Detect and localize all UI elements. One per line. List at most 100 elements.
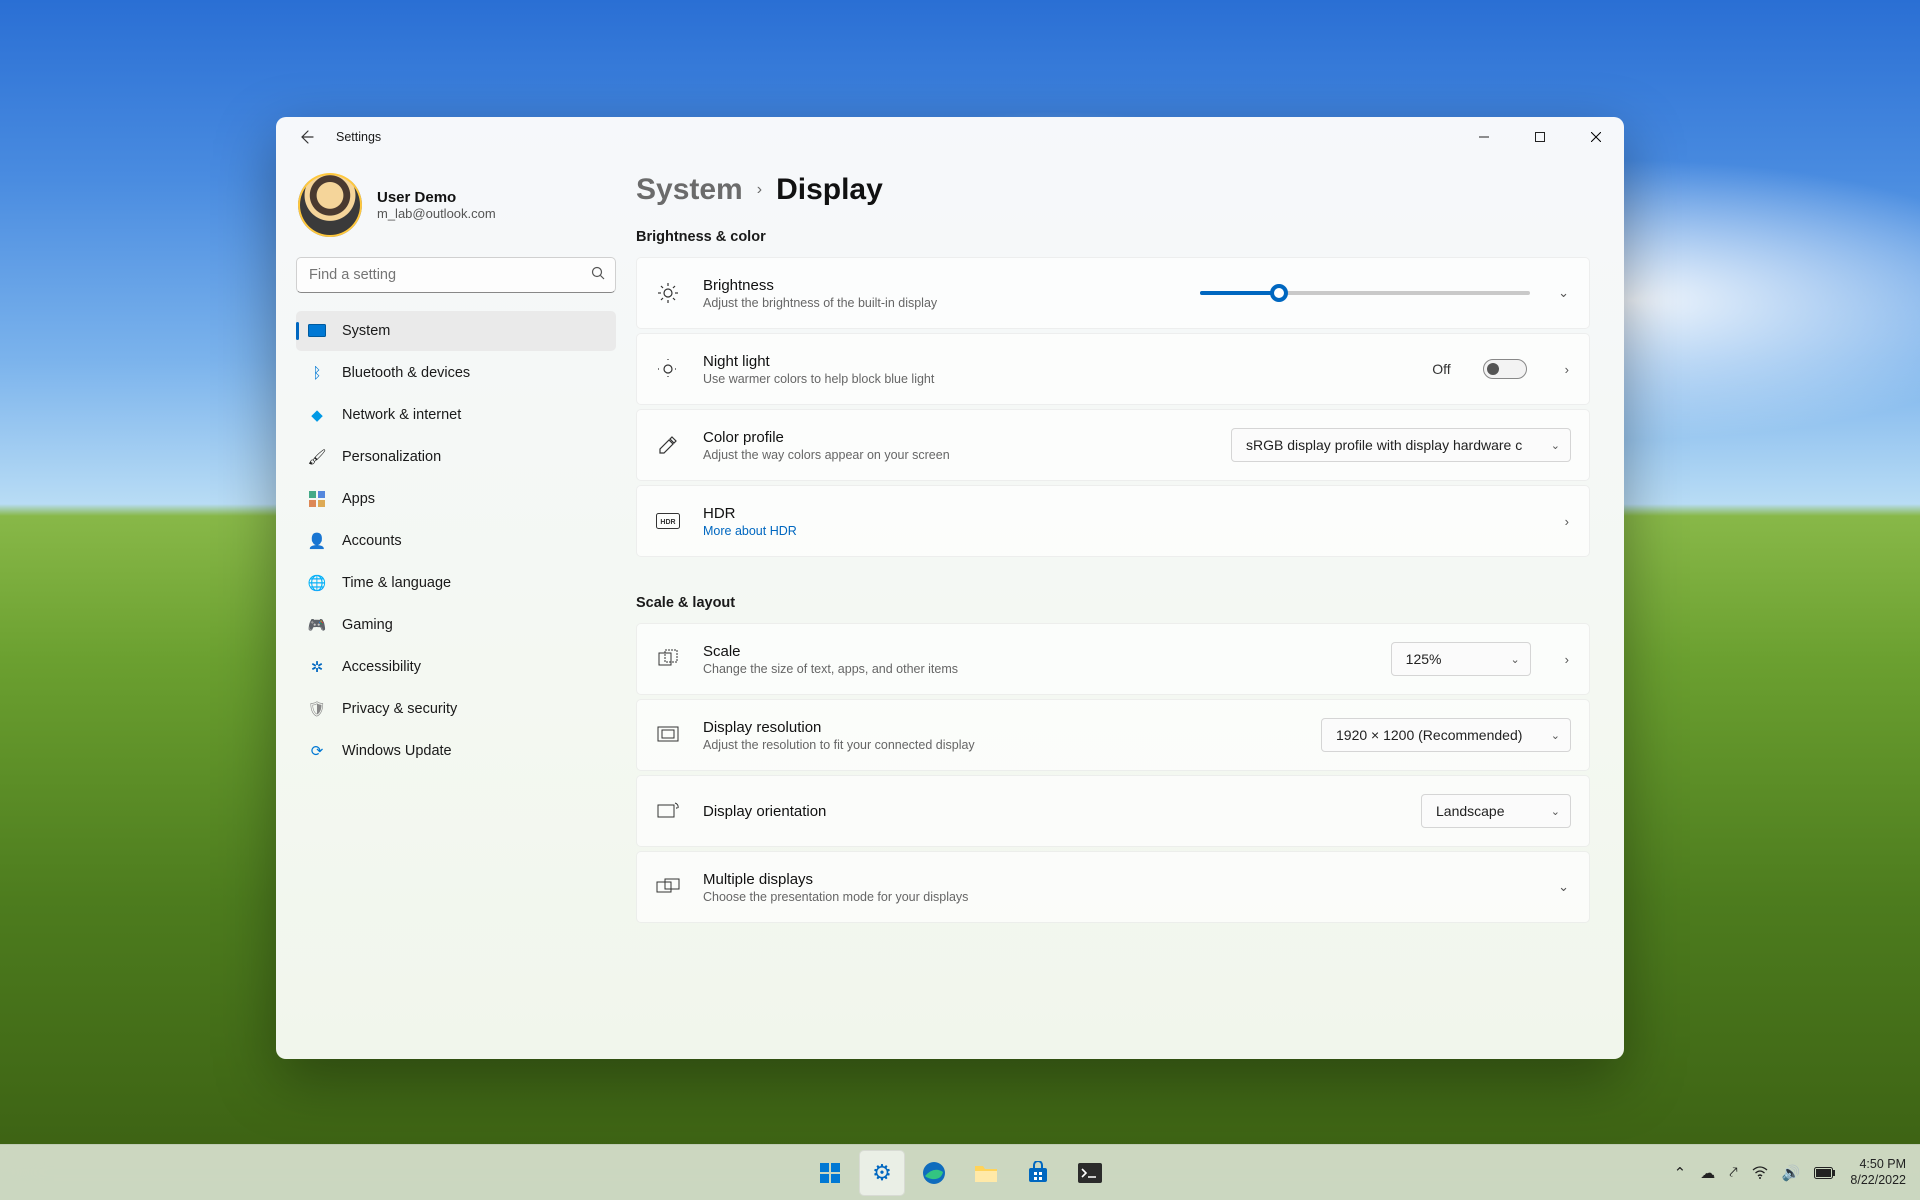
hdr-link[interactable]: More about HDR — [703, 524, 797, 538]
chevron-down-icon[interactable]: ⌄ — [1556, 879, 1571, 895]
sidebar-item-label: Bluetooth & devices — [342, 365, 470, 381]
display-icon — [308, 322, 326, 340]
chevron-down-icon: ⌄ — [1551, 729, 1560, 742]
scale-title: Scale — [703, 643, 958, 660]
brush-icon: 🖌 — [308, 448, 326, 466]
terminal-icon — [1077, 1162, 1103, 1184]
breadcrumb-parent[interactable]: System — [636, 173, 743, 207]
multiple-displays-icon — [655, 878, 681, 896]
sidebar-item-label: Time & language — [342, 575, 451, 591]
titlebar: Settings — [276, 117, 1624, 157]
bluetooth-icon: ᛒ — [308, 364, 326, 382]
night-light-toggle[interactable] — [1483, 359, 1527, 379]
night-light-title: Night light — [703, 353, 934, 370]
clock-date: 8/22/2022 — [1850, 1173, 1906, 1189]
taskbar-start[interactable] — [807, 1150, 853, 1196]
sidebar-item-label: Accounts — [342, 533, 402, 549]
resolution-icon — [655, 726, 681, 744]
folder-icon — [973, 1162, 999, 1184]
sidebar-item-gaming[interactable]: 🎮Gaming — [296, 605, 616, 645]
maximize-icon — [1535, 132, 1545, 142]
settings-window: Settings User Demo m_lab@outlook.com Sys… — [276, 117, 1624, 1059]
close-button[interactable] — [1568, 117, 1624, 157]
sidebar-item-label: Gaming — [342, 617, 393, 633]
color-profile-subtitle: Adjust the way colors appear on your scr… — [703, 448, 950, 462]
windows-icon — [818, 1161, 842, 1185]
card-night-light[interactable]: Night light Use warmer colors to help blo… — [636, 333, 1590, 405]
sidebar-item-accessibility[interactable]: ✲Accessibility — [296, 647, 616, 687]
taskbar: ⚙ ⌃ ☁ ⤤ 🔊 4:50 PM 8/22/2022 — [0, 1144, 1920, 1200]
chevron-right-icon[interactable]: › — [1563, 652, 1571, 667]
sidebar-item-apps[interactable]: Apps — [296, 479, 616, 519]
edge-icon — [921, 1160, 947, 1186]
minimize-icon — [1479, 132, 1489, 142]
scale-dropdown[interactable]: 125%⌄ — [1391, 642, 1531, 676]
sidebar-item-system[interactable]: System — [296, 311, 616, 351]
chevron-down-icon[interactable]: ⌄ — [1556, 285, 1571, 301]
card-multiple-displays[interactable]: Multiple displaysChoose the presentation… — [636, 851, 1590, 923]
system-tray: ⌃ ☁ ⤤ 🔊 4:50 PM 8/22/2022 — [1674, 1157, 1920, 1188]
card-brightness[interactable]: BrightnessAdjust the brightness of the b… — [636, 257, 1590, 329]
scale-icon — [655, 649, 681, 669]
taskbar-store[interactable] — [1015, 1150, 1061, 1196]
resolution-subtitle: Adjust the resolution to fit your connec… — [703, 738, 975, 752]
color-profile-title: Color profile — [703, 429, 950, 446]
globe-icon: 🌐 — [308, 574, 326, 592]
night-light-state: Off — [1432, 361, 1450, 377]
sidebar-item-personalization[interactable]: 🖌 Personalization — [296, 437, 616, 477]
maximize-button[interactable] — [1512, 117, 1568, 157]
chevron-right-icon: › — [757, 181, 762, 199]
battery-icon[interactable] — [1814, 1167, 1836, 1179]
sidebar-item-update[interactable]: ⟳Windows Update — [296, 731, 616, 771]
weather-icon[interactable]: ☁ — [1700, 1164, 1715, 1182]
resolution-dropdown[interactable]: 1920 × 1200 (Recommended)⌄ — [1321, 718, 1571, 752]
card-scale[interactable]: Scale Change the size of text, apps, and … — [636, 623, 1590, 695]
sidebar-item-label: Privacy & security — [342, 701, 457, 717]
search-input[interactable] — [296, 257, 616, 293]
tray-overflow-icon[interactable]: ⌃ — [1674, 1164, 1687, 1182]
taskbar-apps: ⚙ — [807, 1150, 1113, 1196]
sidebar-item-label: Personalization — [342, 449, 441, 465]
nav: System ᛒ Bluetooth & devices ◆Network & i… — [296, 311, 616, 771]
avatar — [298, 173, 362, 237]
hdr-title: HDR — [703, 505, 797, 522]
person-icon: 👤 — [308, 532, 326, 550]
wifi-icon[interactable] — [1752, 1166, 1768, 1180]
chevron-down-icon: ⌄ — [1551, 439, 1560, 452]
color-profile-dropdown[interactable]: sRGB display profile with display hardwa… — [1231, 428, 1571, 462]
taskbar-edge[interactable] — [911, 1150, 957, 1196]
hdr-icon: HDR — [655, 513, 681, 529]
location-icon[interactable]: ⤤ — [1729, 1164, 1737, 1181]
taskbar-settings[interactable]: ⚙ — [859, 1150, 905, 1196]
sidebar-item-bluetooth[interactable]: ᛒ Bluetooth & devices — [296, 353, 616, 393]
orientation-dropdown[interactable]: Landscape⌄ — [1421, 794, 1571, 828]
brightness-subtitle: Adjust the brightness of the built-in di… — [703, 296, 937, 310]
multiple-subtitle: Choose the presentation mode for your di… — [703, 890, 968, 904]
sidebar-item-time[interactable]: 🌐 Time & language — [296, 563, 616, 603]
brightness-slider[interactable] — [1200, 291, 1530, 295]
minimize-button[interactable] — [1456, 117, 1512, 157]
sidebar-item-privacy[interactable]: 🛡Privacy & security — [296, 689, 616, 729]
scale-subtitle: Change the size of text, apps, and other… — [703, 662, 958, 676]
sidebar-item-network[interactable]: ◆Network & internet — [296, 395, 616, 435]
chevron-right-icon[interactable]: › — [1563, 514, 1571, 529]
card-orientation: Display orientation Landscape⌄ — [636, 775, 1590, 847]
chevron-right-icon[interactable]: › — [1563, 362, 1571, 377]
sun-icon — [655, 282, 681, 304]
main-content: System › Display Brightness & color Brig… — [636, 157, 1624, 1059]
sidebar-item-accounts[interactable]: 👤 Accounts — [296, 521, 616, 561]
back-button[interactable] — [290, 121, 322, 153]
night-light-subtitle: Use warmer colors to help block blue lig… — [703, 372, 934, 386]
profile-block[interactable]: User Demo m_lab@outlook.com — [296, 167, 616, 257]
volume-icon[interactable]: 🔊 — [1782, 1164, 1801, 1182]
taskbar-clock[interactable]: 4:50 PM 8/22/2022 — [1850, 1157, 1906, 1188]
card-resolution: Display resolutionAdjust the resolution … — [636, 699, 1590, 771]
card-color-profile: Color profile Adjust the way colors appea… — [636, 409, 1590, 481]
wifi-icon: ◆ — [308, 406, 326, 424]
close-icon — [1591, 132, 1601, 142]
profile-email: m_lab@outlook.com — [377, 206, 496, 221]
taskbar-terminal[interactable] — [1067, 1150, 1113, 1196]
card-hdr[interactable]: HDR HDR More about HDR › — [636, 485, 1590, 557]
night-light-icon — [655, 358, 681, 380]
taskbar-explorer[interactable] — [963, 1150, 1009, 1196]
